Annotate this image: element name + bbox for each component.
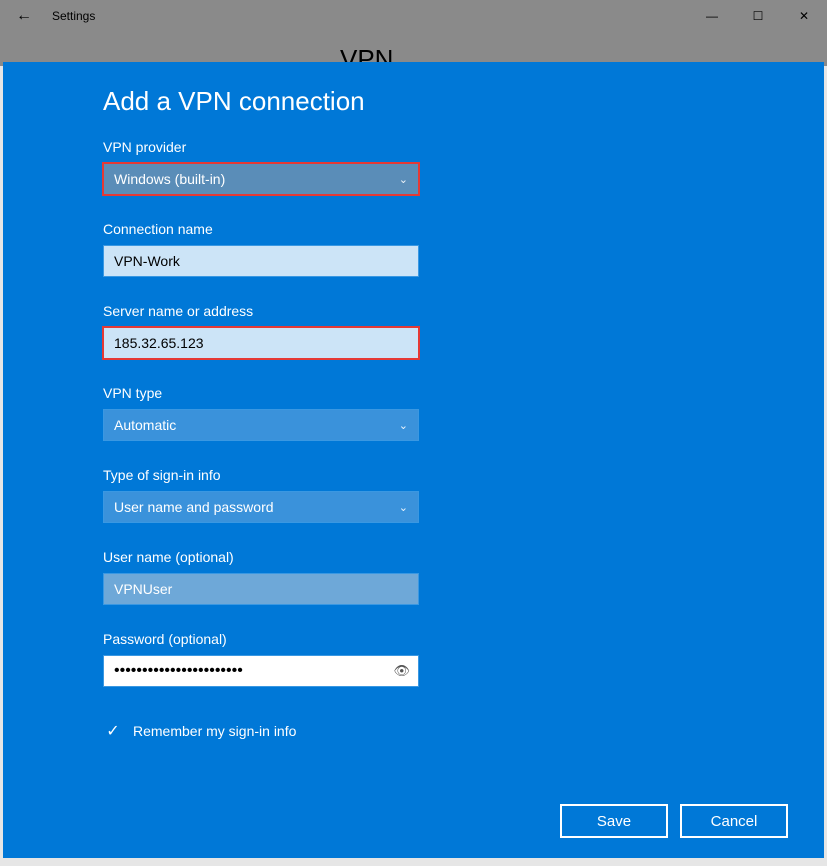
connection-name-input[interactable] — [114, 246, 408, 276]
username-input-wrap — [103, 573, 419, 605]
add-vpn-dialog: Add a VPN connection VPN provider Window… — [3, 62, 824, 858]
connection-name-field: Connection name — [103, 221, 792, 277]
back-arrow-icon: ← — [16, 7, 32, 25]
vpn-provider-label: VPN provider — [103, 139, 792, 155]
minimize-button[interactable]: — — [689, 0, 735, 32]
remember-signin-label: Remember my sign-in info — [133, 723, 296, 739]
background-band — [0, 32, 827, 66]
connection-name-label: Connection name — [103, 221, 792, 237]
server-address-field: Server name or address — [103, 303, 792, 359]
username-field: User name (optional) — [103, 549, 792, 605]
vpn-type-dropdown[interactable]: Automatic ⌄ — [103, 409, 419, 441]
vpn-type-label: VPN type — [103, 385, 792, 401]
titlebar: ← Settings — ☐ ✕ — [0, 0, 827, 32]
vpn-provider-dropdown[interactable]: Windows (built-in) ⌄ — [103, 163, 419, 195]
window-buttons: — ☐ ✕ — [689, 0, 827, 32]
vpn-provider-value: Windows (built-in) — [114, 171, 225, 187]
connection-name-input-wrap — [103, 245, 419, 277]
close-button[interactable]: ✕ — [781, 0, 827, 32]
username-input[interactable] — [114, 574, 408, 604]
settings-window: ← Settings — ☐ ✕ VPN Add a VPN connectio… — [0, 0, 827, 866]
back-button[interactable]: ← — [0, 0, 48, 32]
checkmark-icon: ✓ — [103, 721, 123, 741]
server-address-input[interactable] — [114, 328, 408, 358]
maximize-button[interactable]: ☐ — [735, 0, 781, 32]
signin-type-dropdown[interactable]: User name and password ⌄ — [103, 491, 419, 523]
dialog-buttons: Save Cancel — [103, 804, 792, 838]
chevron-down-icon: ⌄ — [399, 173, 408, 186]
dialog-title: Add a VPN connection — [103, 86, 792, 117]
password-input-wrap: 👁 — [103, 655, 419, 687]
server-address-label: Server name or address — [103, 303, 792, 319]
password-input[interactable] — [114, 656, 408, 686]
chevron-down-icon: ⌄ — [399, 419, 408, 432]
signin-type-field: Type of sign-in info User name and passw… — [103, 467, 792, 523]
signin-type-value: User name and password — [114, 499, 274, 515]
password-label: Password (optional) — [103, 631, 792, 647]
vpn-type-field: VPN type Automatic ⌄ — [103, 385, 792, 441]
username-label: User name (optional) — [103, 549, 792, 565]
remember-signin-checkbox[interactable]: ✓ Remember my sign-in info — [103, 721, 792, 741]
save-button[interactable]: Save — [560, 804, 668, 838]
cancel-button[interactable]: Cancel — [680, 804, 788, 838]
password-field: Password (optional) 👁 — [103, 631, 792, 687]
vpn-provider-field: VPN provider Windows (built-in) ⌄ — [103, 139, 792, 195]
window-title: Settings — [48, 9, 95, 23]
signin-type-label: Type of sign-in info — [103, 467, 792, 483]
server-address-input-wrap — [103, 327, 419, 359]
vpn-type-value: Automatic — [114, 417, 176, 433]
chevron-down-icon: ⌄ — [399, 501, 408, 514]
